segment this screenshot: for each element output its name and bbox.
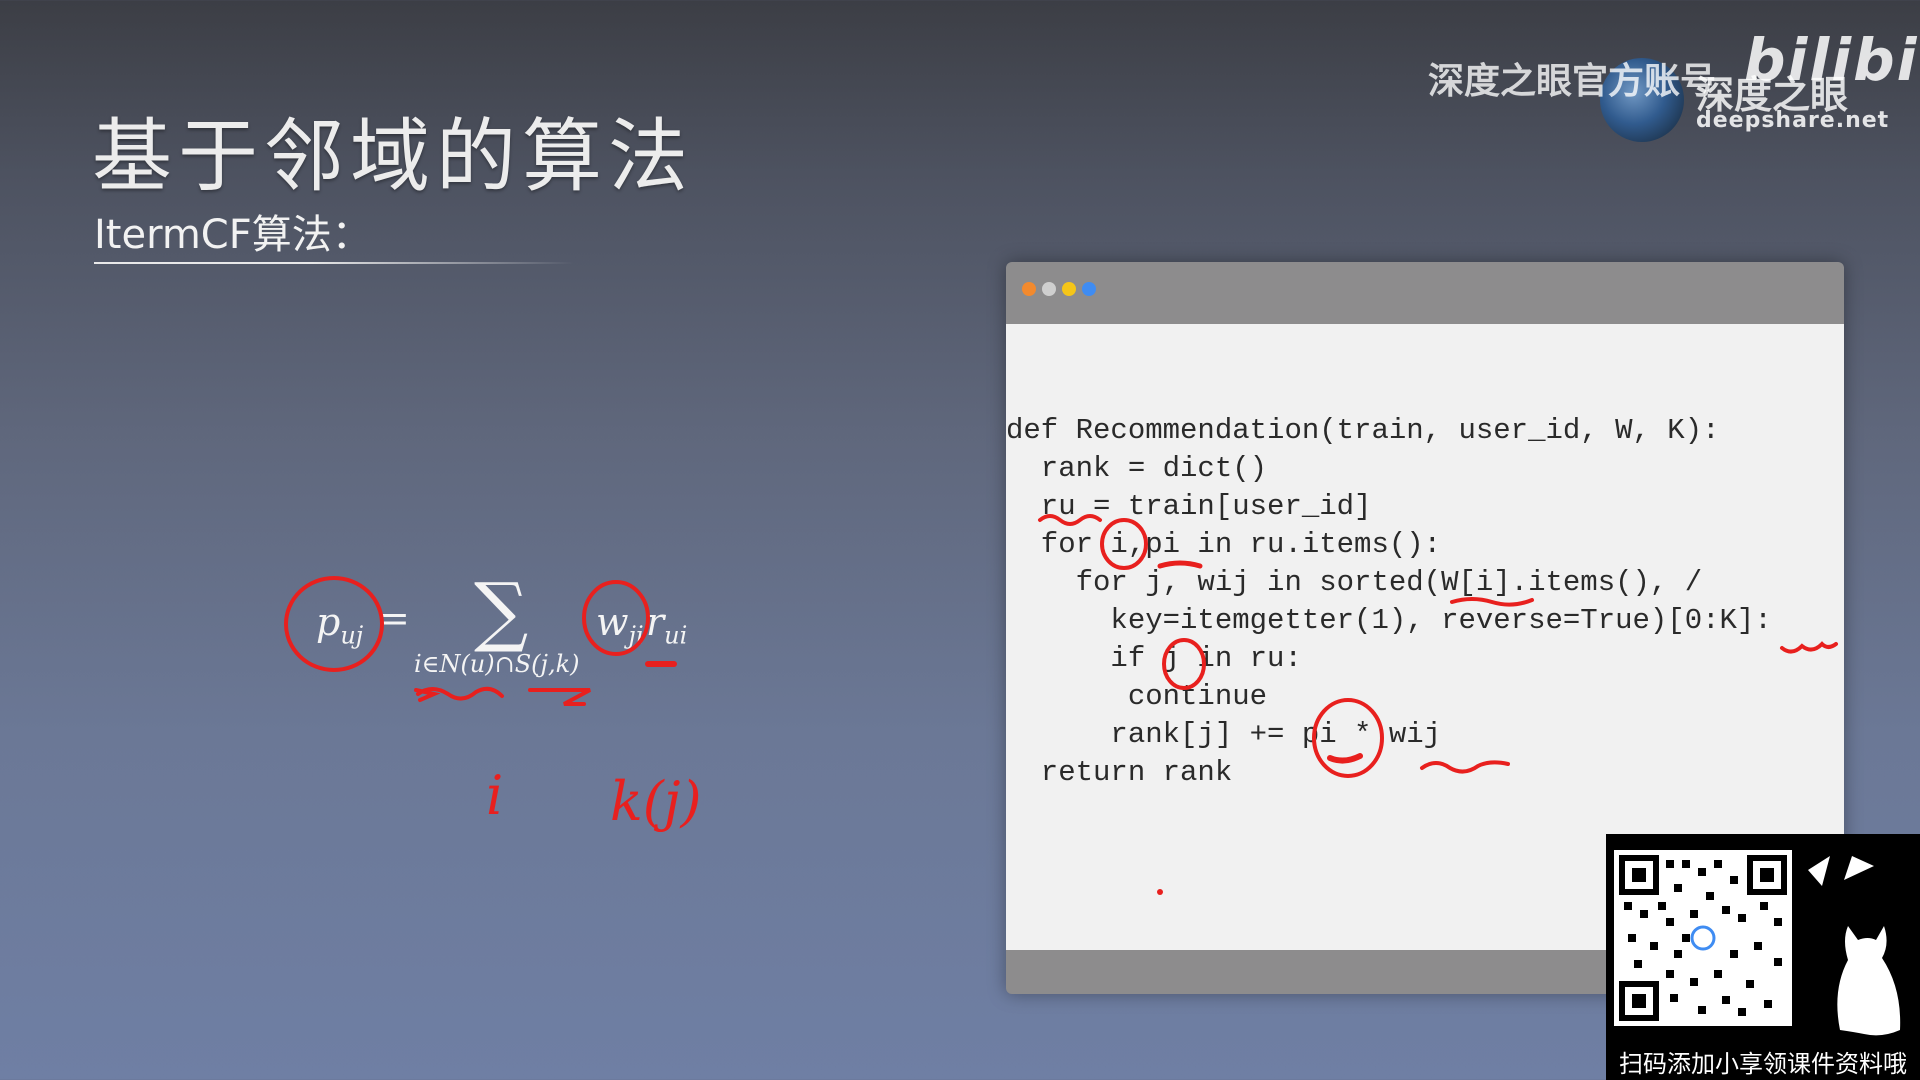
annotation-circle-wji [582,580,650,656]
annotation-underline-wi [1450,597,1534,607]
cat-icon [1808,856,1901,1036]
annotation-underline-wij [1420,760,1510,774]
annotation-underline-pi [1157,560,1203,569]
annotation-circle-j [1162,638,1206,690]
qr-code[interactable] [1614,850,1792,1026]
qr-panel: 扫码添加小享领课件资料哦 [1606,834,1920,1080]
annotation-dash-pi [1327,753,1363,764]
annotation-mark-k [1780,641,1838,654]
qr-code-pattern [1619,855,1787,1021]
annotation-mark-s [528,688,591,706]
annotation-circle-pi [1312,698,1384,778]
annotation-dot [1157,889,1163,895]
annotation-circle-puj [284,576,384,672]
annotation-circle-i [1100,518,1148,570]
annotation-underline-ru [1038,514,1102,526]
qr-caption: 扫码添加小享领课件资料哦 [1619,1050,1907,1078]
